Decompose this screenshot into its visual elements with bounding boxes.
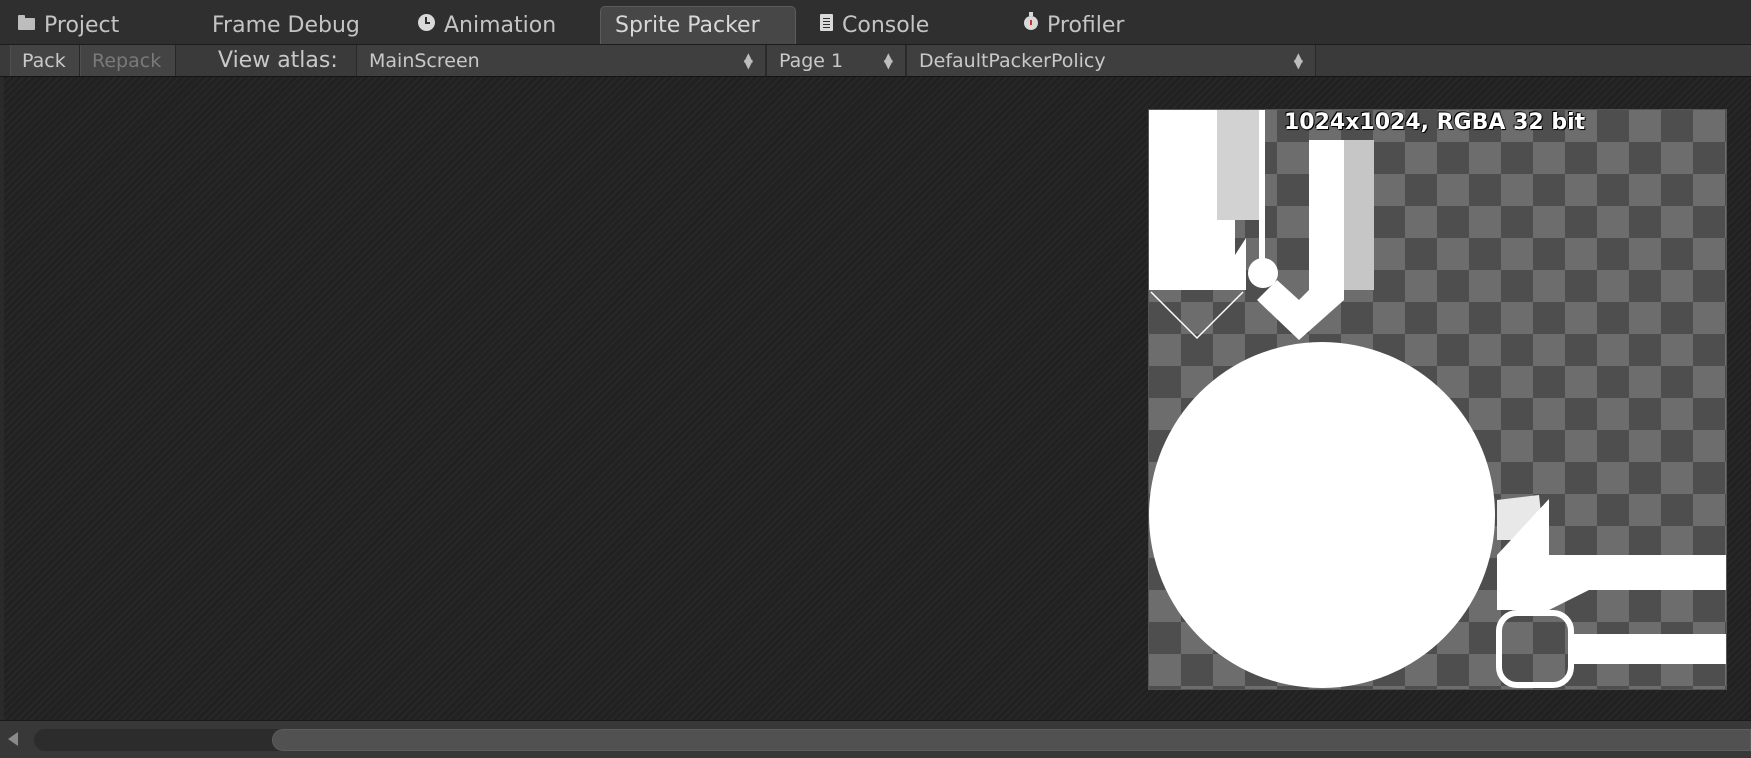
tab-animation[interactable]: Animation — [404, 6, 570, 44]
clock-icon — [418, 13, 435, 31]
dropdown-arrows-icon: ▲ ▼ — [743, 49, 753, 71]
atlas-dropdown-value: MainScreen — [369, 49, 480, 72]
scrollbar-thumb[interactable] — [272, 729, 1751, 751]
folder-icon — [18, 15, 35, 30]
tab-sprite-packer[interactable]: Sprite Packer — [600, 6, 796, 44]
tab-frame-debug[interactable]: Frame Debug — [198, 6, 374, 44]
sprite-chevron — [1257, 140, 1344, 340]
packed-sprites — [1149, 110, 1726, 688]
dropdown-arrows-icon: ▲ ▼ — [883, 49, 893, 71]
tab-profiler[interactable]: Profiler — [1010, 6, 1138, 44]
packer-policy-dropdown[interactable]: DefaultPackerPolicy ▲ ▼ — [906, 45, 1316, 76]
sprite-packer-toolbar: Pack Repack View atlas: MainScreen ▲ ▼ Pa… — [0, 45, 1751, 77]
tab-label: Profiler — [1047, 12, 1125, 38]
scroll-left-arrow-icon[interactable] — [8, 732, 18, 746]
pack-button[interactable]: Pack — [10, 45, 80, 76]
sprite-curve — [1235, 238, 1246, 290]
atlas-texture-preview — [1148, 109, 1727, 690]
tab-label: Animation — [444, 12, 557, 38]
page-dropdown-value: Page 1 — [779, 49, 844, 72]
horizontal-scrollbar[interactable] — [0, 720, 1751, 758]
profiler-icon — [1024, 12, 1038, 30]
pack-button-label: Pack — [22, 49, 66, 72]
repack-button[interactable]: Repack — [80, 45, 176, 76]
sprite-rect-gradient — [1344, 140, 1374, 290]
sprite-circle — [1149, 342, 1495, 688]
page-dropdown[interactable]: Page 1 ▲ ▼ — [766, 45, 906, 76]
tab-label: Project — [44, 12, 120, 38]
view-atlas-label: View atlas: — [218, 48, 338, 73]
repack-button-label: Repack — [92, 49, 162, 72]
sprite-rect-light — [1217, 110, 1265, 220]
sprite-slider-line — [1259, 110, 1265, 260]
window-tab-bar: Project Frame Debug Animation Sprite Pac… — [0, 0, 1751, 45]
policy-dropdown-value: DefaultPackerPolicy — [919, 49, 1106, 72]
sprite-bar — [1571, 634, 1726, 664]
tab-project[interactable]: Project — [4, 6, 133, 44]
dropdown-arrows-icon: ▲ ▼ — [1293, 49, 1303, 71]
tab-label: Sprite Packer — [615, 13, 760, 38]
tab-label: Frame Debug — [212, 12, 360, 38]
tab-label: Console — [842, 12, 930, 38]
atlas-dropdown[interactable]: MainScreen ▲ ▼ — [356, 45, 766, 76]
sprite-rounded-square — [1496, 610, 1574, 688]
console-icon — [820, 13, 833, 31]
tab-console[interactable]: Console — [806, 6, 943, 44]
sprite-triangle-outline — [1150, 291, 1244, 340]
atlas-info-label: 1024x1024, RGBA 32 bit — [1284, 110, 1586, 135]
sprite-rect-white — [1149, 110, 1217, 290]
sprite-rect-white-2 — [1217, 220, 1235, 290]
